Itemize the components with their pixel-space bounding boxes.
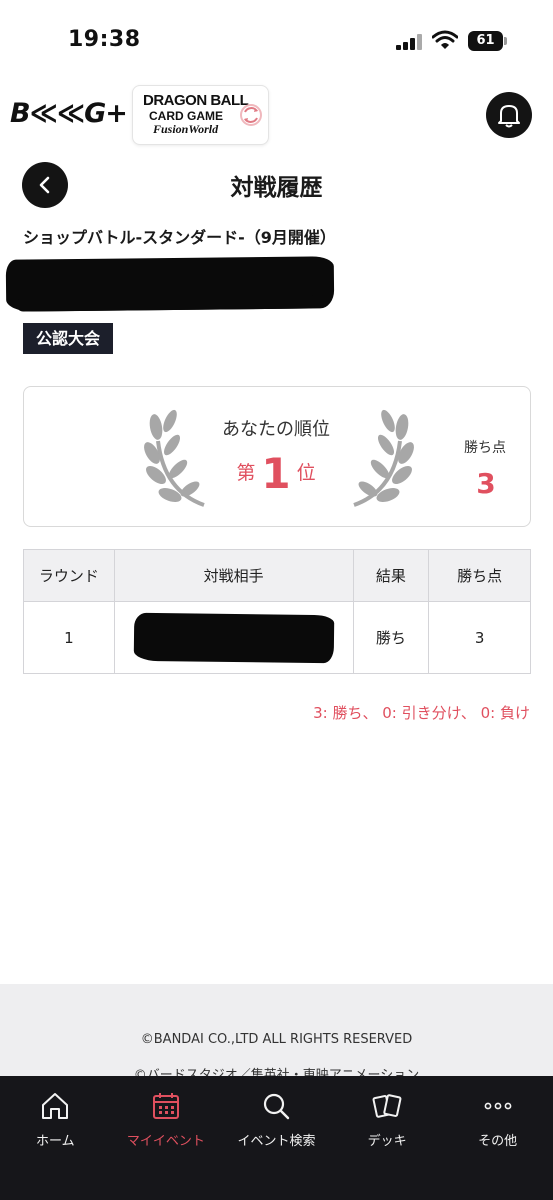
rank-number: 1: [261, 449, 291, 498]
points-label: 勝ち点: [464, 440, 506, 456]
cellular-signal-icon: [396, 34, 422, 50]
column-header-round: ラウンド: [23, 549, 115, 602]
points-legend: 3: 勝ち、 0: 引き分け、 0: 負け: [313, 704, 530, 722]
status-bar: 19:38 61: [0, 0, 553, 78]
event-type-badge: 公認大会: [23, 323, 114, 354]
home-icon: [42, 1093, 69, 1119]
notification-button[interactable]: [486, 92, 532, 138]
event-name: ショップバトル-スタンダード-（9月開催）: [23, 228, 336, 247]
column-header-points: 勝ち点: [428, 549, 531, 602]
bottom-nav: ホーム マイイベント イベント検索 デッキ その他: [0, 1076, 553, 1200]
cards-icon: [372, 1094, 402, 1118]
copyright-text: ©BANDAI CO.,LTD ALL RIGHTS RESERVED: [140, 1032, 413, 1047]
status-time: 19:38: [68, 27, 141, 52]
page-title: 対戦履歴: [230, 175, 323, 201]
opponent-cell: [113, 601, 354, 674]
nav-item-event-search[interactable]: イベント検索: [221, 1076, 332, 1166]
wifi-icon: [432, 30, 458, 49]
game-logo-line1: DRAGON BALL: [143, 92, 249, 109]
nav-label-deck: デッキ: [367, 1134, 407, 1149]
nav-item-deck[interactable]: デッキ: [332, 1076, 443, 1166]
brand-logo[interactable]: B≪≪G+: [10, 98, 128, 129]
more-icon: [484, 1102, 512, 1110]
game-logo-line3: FusionWorld: [153, 122, 219, 136]
calendar-icon: [152, 1093, 179, 1119]
game-logo[interactable]: DRAGON BALL CARD GAME FusionWorld: [132, 85, 269, 145]
search-icon: [264, 1093, 290, 1120]
nav-label-more: その他: [478, 1134, 518, 1149]
points-value: 3: [476, 467, 496, 500]
column-header-result: 結果: [352, 549, 430, 602]
column-header-opponent: 対戦相手: [113, 549, 354, 602]
rank-suffix: 位: [296, 462, 316, 484]
nav-label-home: ホーム: [35, 1134, 75, 1149]
round-cell: 1: [23, 601, 115, 674]
rank-value: 第1位: [24, 449, 532, 498]
app-header: B≪≪G+ DRAGON BALL CARD GAME FusionWorld: [0, 80, 553, 150]
nav-item-home[interactable]: ホーム: [0, 1076, 111, 1166]
battery-icon: 61: [468, 31, 508, 51]
nav-label-event-search: イベント検索: [237, 1134, 316, 1149]
rank-card: あなたの順位 第1位 勝ち点 3: [23, 386, 531, 527]
table-row: 1 勝ち 3: [23, 601, 531, 674]
rank-prefix: 第: [236, 462, 256, 484]
redacted-block: [133, 612, 334, 663]
game-logo-line2: CARD GAME: [149, 109, 223, 123]
points-cell: 3: [428, 601, 531, 674]
bell-icon: [498, 105, 520, 128]
table-header-row: ラウンド 対戦相手 結果 勝ち点: [23, 549, 531, 602]
nav-label-my-events: マイイベント: [126, 1134, 205, 1149]
redacted-block: [5, 256, 335, 312]
result-cell: 勝ち: [352, 601, 430, 674]
switch-game-icon[interactable]: [236, 100, 266, 130]
nav-item-my-events[interactable]: マイイベント: [111, 1076, 222, 1166]
nav-item-more[interactable]: その他: [442, 1076, 553, 1166]
rank-label: あなたの順位: [222, 419, 330, 440]
battery-level: 61: [468, 31, 503, 51]
results-table: ラウンド 対戦相手 結果 勝ち点 1 勝ち 3: [23, 549, 531, 674]
